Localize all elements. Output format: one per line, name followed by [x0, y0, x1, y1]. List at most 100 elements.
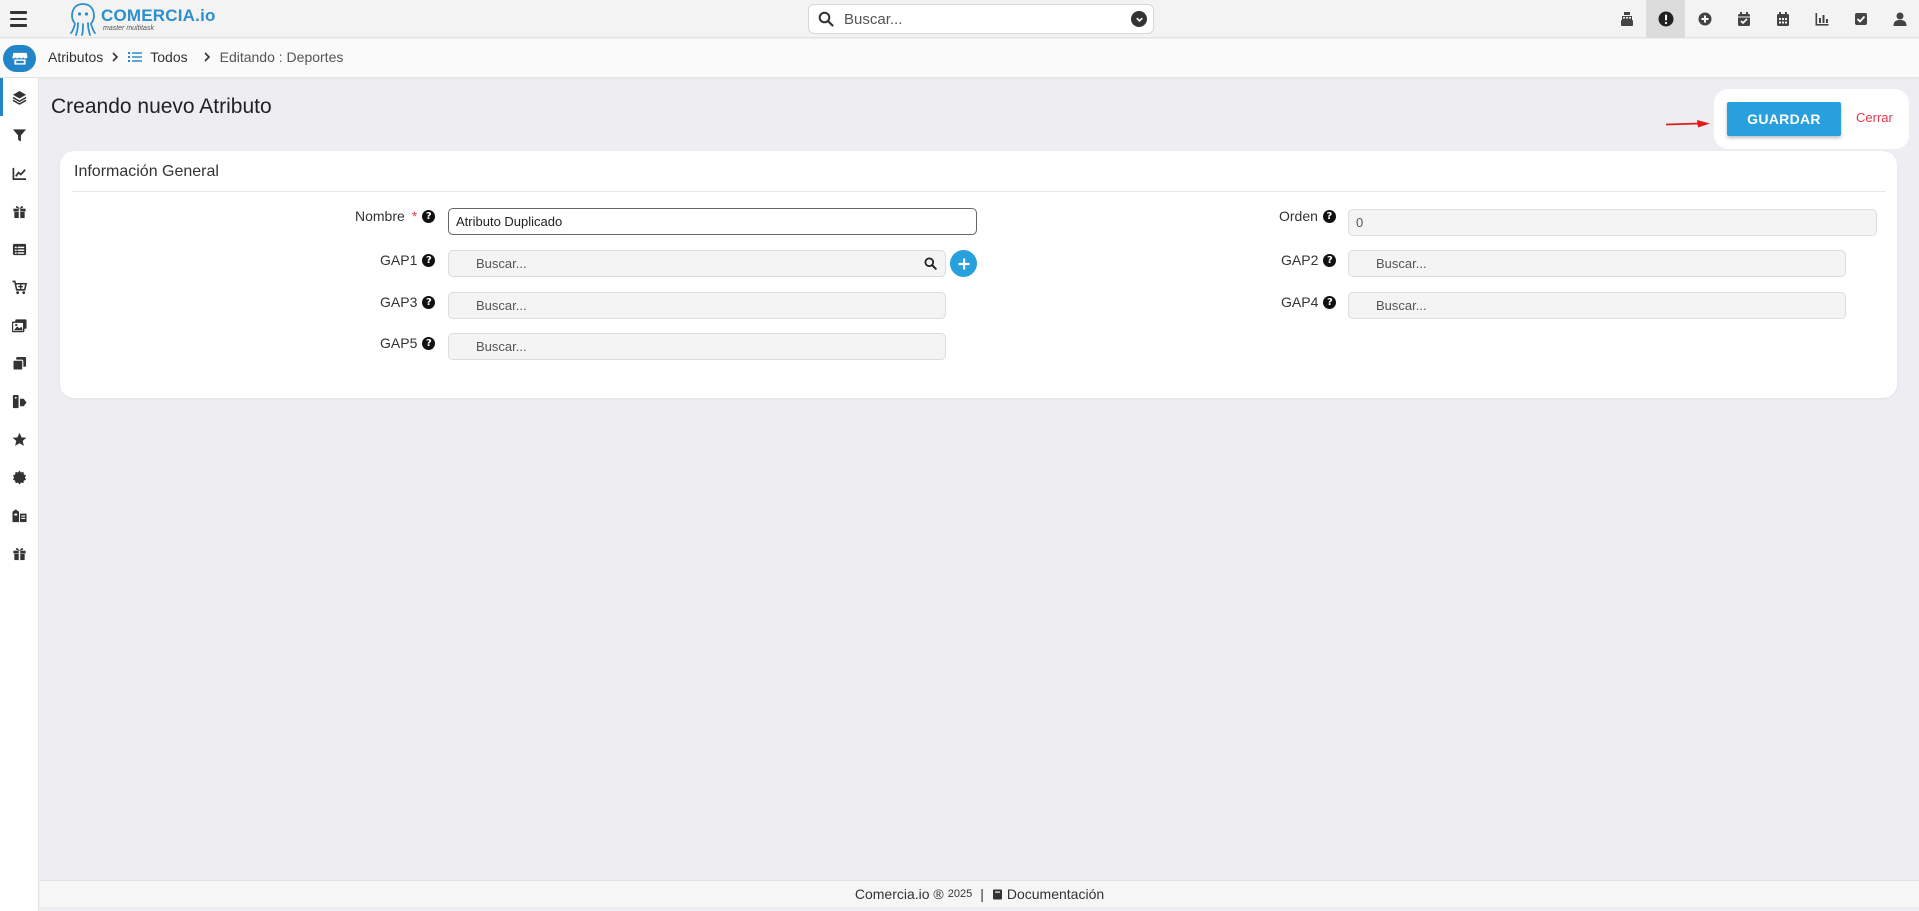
documentation-link[interactable]: Documentación [1007, 886, 1104, 902]
help-icon[interactable]: ? [422, 295, 436, 309]
gap3-label-text: GAP3 [380, 294, 418, 310]
sidebar-item-copy[interactable] [0, 344, 39, 382]
store-icon[interactable] [3, 45, 36, 72]
help-icon[interactable]: ? [422, 253, 436, 267]
nombre-input[interactable]: Atributo Duplicado [448, 208, 977, 235]
global-search-placeholder: Buscar... [844, 10, 903, 28]
top-toolbar [1607, 0, 1919, 38]
calendar-check-icon[interactable] [1724, 0, 1763, 38]
footer-year: 2025 [947, 888, 973, 900]
gap4-label-text: GAP4 [1281, 294, 1319, 310]
gap1-label-text: GAP1 [380, 252, 418, 268]
sidebar-item-star[interactable] [0, 420, 39, 458]
logo[interactable]: COMERCIA.io master multitask [68, 1, 216, 37]
chevron-down-icon[interactable] [1131, 11, 1147, 27]
breadcrumb-current: Editando : Deportes [219, 49, 344, 65]
footer: Comercia.io ® 2025 | Documentación [40, 880, 1919, 907]
user-icon[interactable] [1880, 0, 1919, 38]
sidebar-item-tags[interactable] [0, 382, 39, 420]
help-icon[interactable]: ? [1323, 295, 1337, 309]
cash-register-icon[interactable] [1607, 0, 1646, 38]
gap2-search-input[interactable]: Buscar... [1348, 250, 1846, 277]
sidebar-item-images[interactable] [0, 306, 39, 344]
sidebar-item-chart[interactable] [0, 154, 39, 192]
breadcrumb-atributos[interactable]: Atributos [48, 49, 103, 65]
required-mark: * [411, 208, 418, 224]
arrow-right-icon [1666, 120, 1710, 128]
filter-icon [12, 128, 27, 142]
footer-brand: Comercia.io ® [854, 886, 944, 902]
plus-circle-icon[interactable] [1685, 0, 1724, 38]
check-square-icon[interactable] [1841, 0, 1880, 38]
certificate-icon [12, 469, 27, 485]
sidebar-item-certificate[interactable] [0, 458, 39, 496]
images-icon [12, 318, 27, 332]
chevron-right-icon [204, 52, 210, 62]
nombre-value: Atributo Duplicado [456, 214, 563, 229]
gift-icon [13, 205, 26, 218]
sidebar-item-filter[interactable] [0, 116, 39, 154]
layers-icon [12, 90, 27, 105]
global-search-input[interactable]: Buscar... [808, 4, 1154, 34]
sidebar-item-layers[interactable] [0, 78, 39, 116]
gap5-label-text: GAP5 [380, 335, 418, 351]
gap4-label: GAP4 ? [1281, 294, 1337, 310]
gap5-search-input[interactable]: Buscar... [448, 333, 946, 360]
sidebar [0, 78, 39, 911]
gap1-label: GAP1 ? [380, 252, 436, 268]
breadcrumb-todos[interactable]: Todos [150, 49, 187, 65]
tags-icon [12, 394, 27, 408]
section-title: Información General [74, 163, 219, 180]
book-icon [992, 889, 1002, 899]
orden-input[interactable]: 0 [1348, 209, 1877, 236]
help-icon[interactable]: ? [422, 209, 436, 223]
help-icon[interactable]: ? [1322, 209, 1336, 223]
sidebar-item-gift-box[interactable] [0, 534, 39, 572]
top-bar: COMERCIA.io master multitask Buscar... [0, 0, 1919, 38]
gap5-label: GAP5 ? [380, 335, 436, 351]
orden-value: 0 [1356, 215, 1364, 230]
cart-plus-icon [12, 280, 27, 294]
star-icon [12, 432, 27, 446]
plus-icon [958, 258, 969, 269]
gap3-search-input[interactable]: Buscar... [448, 292, 946, 319]
list-icon [128, 52, 143, 62]
logo-tagline: master multitask [103, 24, 154, 32]
menu-icon[interactable] [8, 8, 30, 30]
sidebar-item-list[interactable] [0, 230, 39, 268]
breadcrumb-bar: Atributos Todos Editando : Deportes [0, 39, 1919, 78]
alert-icon[interactable] [1646, 0, 1685, 38]
orden-label-text: Orden [1279, 208, 1318, 224]
help-icon[interactable]: ? [1323, 253, 1337, 267]
gap1-search-input[interactable]: Buscar... [448, 250, 946, 277]
close-link[interactable]: Cerrar [1856, 110, 1893, 125]
sidebar-item-gift[interactable] [0, 192, 39, 230]
search-icon [924, 257, 937, 270]
copy-icon [12, 356, 27, 371]
sidebar-item-warehouse[interactable] [0, 496, 39, 534]
gap1-placeholder: Buscar... [476, 256, 527, 271]
save-button[interactable]: GUARDAR [1727, 102, 1841, 136]
general-info-card: Información General Nombre * ? Atributo … [60, 151, 1897, 398]
footer-separator: | [980, 886, 984, 902]
list-alt-icon [12, 243, 27, 255]
add-gap1-button[interactable] [950, 250, 977, 277]
gap4-placeholder: Buscar... [1376, 298, 1427, 313]
sidebar-item-cart[interactable] [0, 268, 39, 306]
gap3-placeholder: Buscar... [476, 298, 527, 313]
chart-line-icon [12, 167, 27, 180]
divider [72, 191, 1886, 192]
gap2-label-text: GAP2 [1281, 252, 1319, 268]
chart-bar-icon[interactable] [1802, 0, 1841, 38]
gift-box-icon [13, 547, 26, 560]
calendar-icon[interactable] [1763, 0, 1802, 38]
help-icon[interactable]: ? [422, 336, 436, 350]
logo-name: COMERCIA.io [101, 5, 216, 25]
gap2-placeholder: Buscar... [1376, 256, 1427, 271]
orden-label: Orden ? [1279, 208, 1336, 224]
chevron-right-icon [112, 52, 119, 62]
search-icon [818, 11, 834, 27]
gap4-search-input[interactable]: Buscar... [1348, 292, 1846, 319]
nombre-label: Nombre * ? [355, 208, 436, 224]
breadcrumb: Atributos Todos Editando : Deportes [48, 49, 343, 65]
